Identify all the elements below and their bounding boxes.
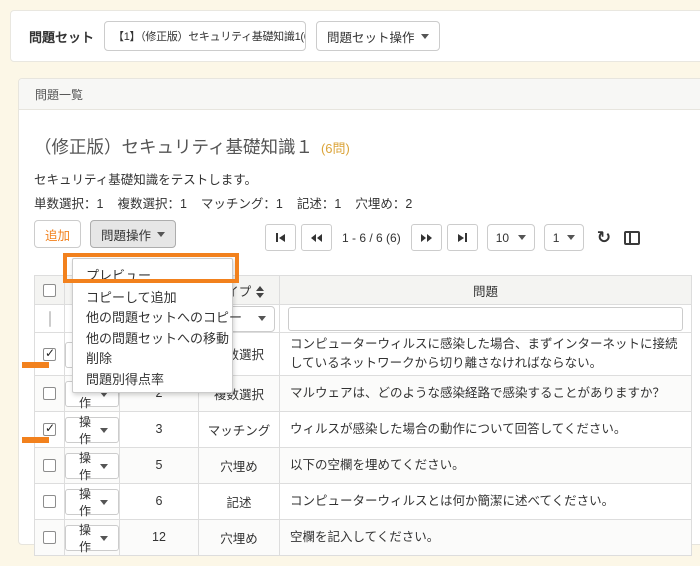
row-checkbox[interactable] — [43, 387, 56, 400]
chevron-down-icon — [157, 232, 165, 237]
row-actions-button[interactable]: 操作 — [65, 453, 119, 479]
table-row: 操作 3 マッチング ウィルスが感染した場合の動作について回答してください。 — [35, 411, 692, 447]
question-type: 記述 — [199, 483, 280, 519]
question-text: コンピューターウィルスに感染した場合、まずインターネットに接続しているネットワー… — [280, 333, 692, 376]
menu-item[interactable]: コピーして追加 — [73, 286, 232, 307]
question-set-operations-button[interactable]: 問題セット操作 — [316, 21, 440, 51]
question-type: 穴埋め — [199, 519, 280, 555]
toggle-columns-icon[interactable] — [624, 231, 640, 245]
question-stats: 単数選択：1 複数選択：1 マッチング：1 記述：1 穴埋め：2 — [34, 193, 692, 212]
row-actions-label: 操作 — [76, 485, 94, 519]
panel-title: 問題一覧 — [35, 86, 83, 103]
question-type: マッチング — [199, 411, 280, 447]
chevron-down-icon — [100, 464, 108, 469]
question-text: コンピューターウィルスとは何か簡潔に述べてください。 — [280, 483, 692, 519]
page-number-select[interactable]: 1 — [544, 224, 584, 251]
question-set-toolbar: 問題セット 【1】（修正版）セキュリティ基礎知識1(6問) 問題セット操作 — [10, 10, 700, 62]
chevron-down-icon — [421, 34, 429, 39]
question-set-select-value: 【1】（修正版）セキュリティ基礎知識1(6問) — [113, 28, 306, 44]
question-number: 12 — [120, 519, 199, 555]
page-title: （修正版）セキュリティ基礎知識１(6問) — [34, 134, 692, 159]
row-checkbox[interactable] — [43, 531, 56, 544]
chevron-down-icon — [518, 235, 526, 240]
pagination-next-button[interactable] — [411, 224, 442, 251]
chevron-down-icon — [100, 500, 108, 505]
row-checkbox[interactable] — [43, 348, 56, 361]
question-number: 6 — [120, 483, 199, 519]
question-set-label: 問題セット — [29, 27, 94, 46]
menu-item[interactable]: 削除 — [73, 348, 232, 369]
question-actions-menu: プレビューコピーして追加他の問題セットへのコピー他の問題セットへの移動削除問題別… — [72, 258, 233, 393]
question-set-select[interactable]: 【1】（修正版）セキュリティ基礎知識1(6問) — [104, 21, 306, 51]
question-text: 以下の空欄を埋めてください。 — [280, 447, 692, 483]
pagination-first-button[interactable] — [265, 224, 296, 251]
chevron-down-icon — [258, 316, 266, 321]
question-count-badge: (6問) — [321, 141, 350, 156]
chevron-down-icon — [100, 428, 108, 433]
chevron-down-icon — [100, 536, 108, 541]
row-actions-button[interactable]: 操作 — [65, 417, 119, 443]
question-number: 5 — [120, 447, 199, 483]
question-text: 空欄を記入してください。 — [280, 519, 692, 555]
table-row: 操作 5 穴埋め 以下の空欄を埋めてください。 — [35, 447, 692, 483]
add-question-button[interactable]: 追加 — [34, 220, 81, 248]
row-actions-label: 操作 — [76, 413, 94, 447]
menu-item[interactable]: 他の問題セットへのコピー — [73, 307, 232, 328]
chevron-down-icon — [567, 235, 575, 240]
refresh-icon[interactable]: ↻ — [597, 229, 611, 246]
pagination-prev-button[interactable] — [301, 224, 332, 251]
menu-item[interactable]: プレビュー — [73, 262, 232, 286]
pagination: 1 - 6 / 6 (6) 10 1 ↻ — [265, 224, 640, 251]
row-actions-label: 操作 — [76, 449, 94, 483]
row-actions-label: 操作 — [76, 521, 94, 555]
select-all-checkbox[interactable] — [43, 284, 56, 297]
pagination-range-text: 1 - 6 / 6 (6) — [342, 231, 401, 245]
row-actions-button[interactable]: 操作 — [65, 489, 119, 515]
menu-item[interactable]: 問題別得点率 — [73, 368, 232, 389]
row-checkbox[interactable] — [43, 459, 56, 472]
page-size-select[interactable]: 10 — [487, 224, 535, 251]
question-type: 穴埋め — [199, 447, 280, 483]
table-row: 操作 12 穴埋め 空欄を記入してください。 — [35, 519, 692, 555]
panel-header: 問題一覧 — [19, 79, 700, 110]
stat-item: 穴埋め：2 — [355, 193, 412, 212]
header-question: 問題 — [280, 276, 692, 305]
row-checkbox[interactable] — [43, 423, 56, 436]
table-row: 操作 6 記述 コンピューターウィルスとは何か簡潔に述べてください。 — [35, 483, 692, 519]
filter-blank-box — [49, 311, 51, 327]
question-text: ウィルスが感染した場合の動作について回答してください。 — [280, 411, 692, 447]
stat-item: マッチング：1 — [201, 193, 283, 212]
menu-item[interactable]: 他の問題セットへの移動 — [73, 327, 232, 348]
question-operations-button[interactable]: 問題操作 — [90, 220, 176, 248]
stat-item: 複数選択：1 — [117, 193, 186, 212]
stat-item: 単数選択：1 — [34, 193, 103, 212]
question-set-description: セキュリティ基礎知識をテストします。 — [34, 169, 692, 188]
question-number: 3 — [120, 411, 199, 447]
question-text: マルウェアは、どのような感染経路で感染することがありますか？ — [280, 375, 692, 411]
row-checkbox[interactable] — [43, 495, 56, 508]
question-filter-input[interactable] — [288, 307, 683, 331]
sort-icon[interactable] — [256, 286, 264, 298]
row-actions-button[interactable]: 操作 — [65, 525, 119, 551]
question-list-panel: 問題一覧 （修正版）セキュリティ基礎知識１(6問) セキュリティ基礎知識をテスト… — [18, 78, 700, 545]
pagination-last-button[interactable] — [447, 224, 478, 251]
stat-item: 記述：1 — [297, 193, 341, 212]
